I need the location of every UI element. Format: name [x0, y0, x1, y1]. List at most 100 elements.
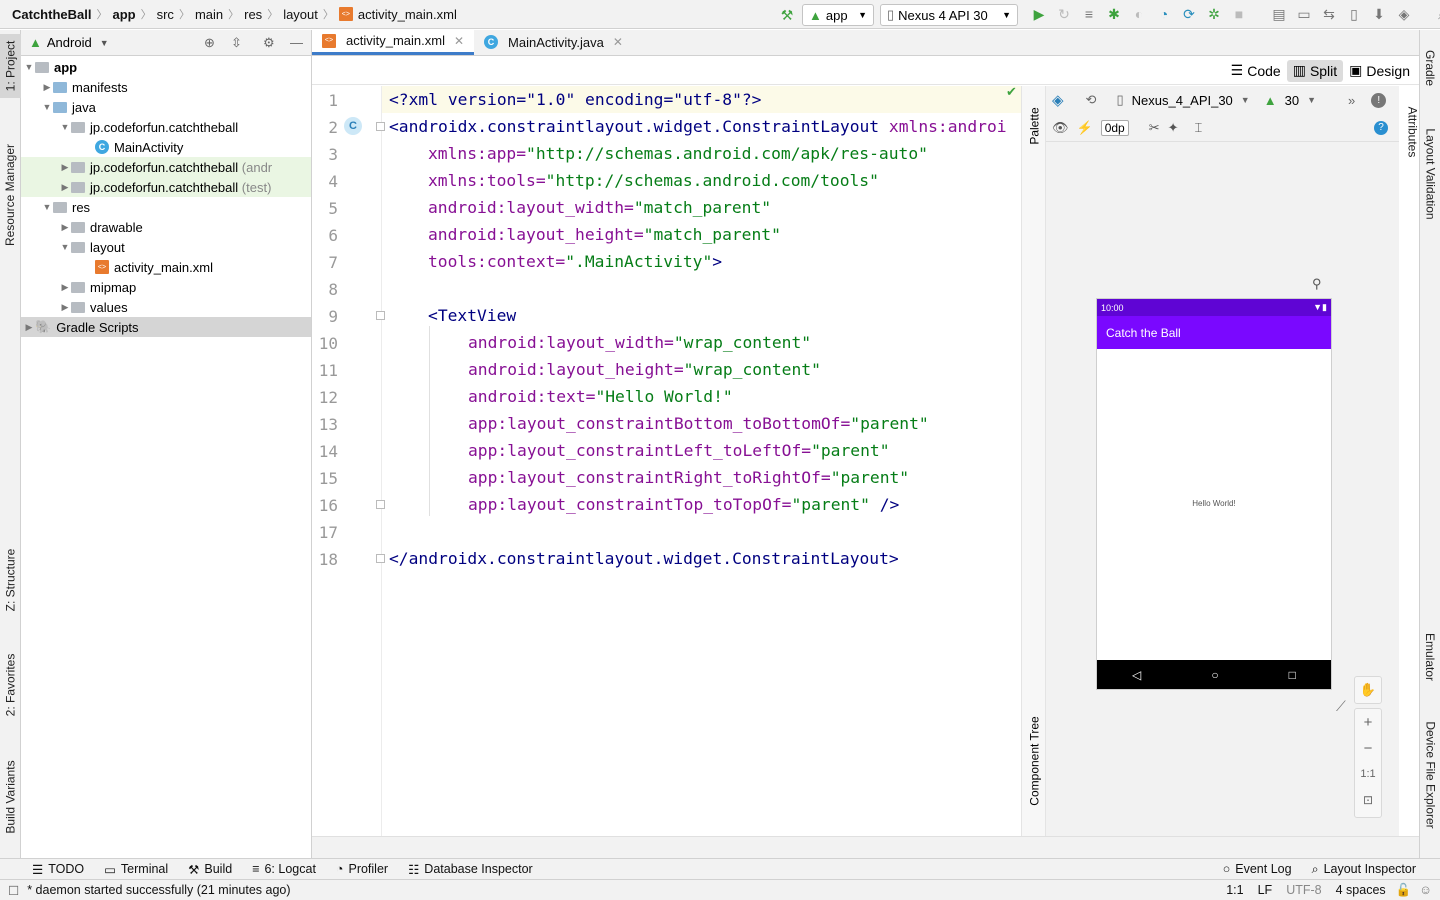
- tab-device-file-explorer[interactable]: Device File Explorer: [1420, 710, 1440, 840]
- infer-constraints-icon[interactable]: ✦: [1168, 120, 1179, 136]
- device-select[interactable]: ▯ Nexus 4 API 30 ▼: [880, 4, 1018, 26]
- tab-component-tree[interactable]: Component Tree: [1024, 706, 1045, 816]
- layers-icon[interactable]: ◈: [1052, 91, 1064, 109]
- attach-debugger-icon[interactable]: ◐: [1130, 5, 1148, 23]
- close-icon[interactable]: ✕: [454, 34, 464, 48]
- tree-item-gradle-scripts[interactable]: ▶ 🐘 Gradle Scripts: [21, 317, 311, 337]
- layout-inspector-button[interactable]: ⌕ Layout Inspector: [1302, 862, 1426, 877]
- clear-constraints-icon[interactable]: ✂: [1149, 120, 1160, 136]
- tree-item-package-test[interactable]: ▶ jp.codeforfun.catchtheball (test): [21, 177, 311, 197]
- breadcrumb-src[interactable]: src: [157, 7, 174, 22]
- run-icon[interactable]: ▶: [1030, 5, 1048, 23]
- terminal-button[interactable]: ▭ Terminal: [94, 862, 178, 877]
- breadcrumb-file[interactable]: activity_main.xml: [358, 7, 457, 22]
- tree-item-values[interactable]: ▶ values: [21, 297, 311, 317]
- breadcrumb-layout[interactable]: layout: [283, 7, 318, 22]
- orientation-icon[interactable]: ⟲: [1086, 92, 1097, 108]
- logcat-button[interactable]: ≡ 6: Logcat: [242, 862, 326, 876]
- rerun-icon[interactable]: ↻: [1055, 5, 1073, 23]
- magnet-icon[interactable]: ⚡: [1077, 120, 1093, 136]
- tree-item-mipmap[interactable]: ▶ mipmap: [21, 277, 311, 297]
- eye-icon[interactable]: 👁: [1052, 120, 1069, 136]
- close-icon[interactable]: ✕: [613, 35, 623, 49]
- apply-changes-icon[interactable]: ≡: [1080, 5, 1098, 23]
- line-separator[interactable]: LF: [1258, 883, 1273, 897]
- tree-item-res[interactable]: ▼ res: [21, 197, 311, 217]
- phone-preview[interactable]: 10:00 ▼▮ Catch the Ball Hello World! ◁ ○ □: [1096, 298, 1332, 690]
- caret-position[interactable]: 1:1: [1226, 883, 1243, 897]
- tree-item-mainactivity[interactable]: C MainActivity: [21, 137, 311, 157]
- tab-layout-validation[interactable]: Layout Validation: [1420, 114, 1440, 234]
- build-button[interactable]: ⚒ Build: [178, 862, 242, 877]
- warning-icon[interactable]: !: [1371, 92, 1387, 108]
- status-message[interactable]: * daemon started successfully (21 minute…: [27, 883, 290, 897]
- hammer-icon[interactable]: ⚒: [778, 6, 796, 24]
- tab-gradle[interactable]: Gradle: [1420, 38, 1440, 98]
- tab-resource-manager[interactable]: Resource Manager: [0, 130, 21, 260]
- gradle-sync-icon[interactable]: ⇆: [1320, 5, 1338, 23]
- project-view-select[interactable]: Android: [47, 35, 92, 50]
- gear-icon[interactable]: ⚙: [263, 35, 275, 51]
- tab-activity-main[interactable]: <> activity_main.xml ✕: [312, 29, 475, 55]
- tree-item-drawable[interactable]: ▶ drawable: [21, 217, 311, 237]
- design-mode-button[interactable]: ▣ Design: [1343, 60, 1416, 82]
- tab-structure[interactable]: Z: Structure: [0, 535, 21, 625]
- horizontal-scrollbar[interactable]: [312, 836, 1419, 858]
- tab-favorites[interactable]: 2: Favorites: [0, 645, 21, 725]
- sdk-manager-icon[interactable]: ⬇: [1370, 5, 1388, 23]
- tab-mainactivity-java[interactable]: C MainActivity.java ✕: [474, 29, 633, 55]
- locate-icon[interactable]: ⊕: [204, 35, 215, 51]
- tree-item-app[interactable]: ▼ app: [21, 57, 311, 77]
- project-structure-icon[interactable]: ▤: [1270, 5, 1288, 23]
- hello-textview[interactable]: Hello World!: [1097, 499, 1331, 508]
- tab-attributes[interactable]: Attributes: [1402, 92, 1423, 172]
- zoom-in-button[interactable]: +: [1355, 709, 1381, 735]
- tab-build-variants[interactable]: Build Variants: [0, 752, 21, 842]
- zoom-actual-button[interactable]: 1:1: [1355, 761, 1381, 787]
- tree-item-activity-main[interactable]: <> activity_main.xml: [21, 257, 311, 277]
- tree-item-java[interactable]: ▼ java: [21, 97, 311, 117]
- todo-button[interactable]: ☰ TODO: [22, 862, 94, 877]
- code-mode-button[interactable]: ☰ Code: [1225, 60, 1287, 82]
- tree-item-manifests[interactable]: ▶ manifests: [21, 77, 311, 97]
- breadcrumb-module[interactable]: app: [112, 7, 135, 22]
- indent-setting[interactable]: 4 spaces: [1336, 883, 1386, 897]
- pan-icon[interactable]: ✋: [1354, 676, 1382, 704]
- profile-icon[interactable]: ◔: [1155, 5, 1173, 23]
- fold-icon[interactable]: [376, 122, 385, 131]
- bug-icon[interactable]: ✲: [1205, 5, 1223, 23]
- stop-icon[interactable]: ■: [1230, 5, 1248, 23]
- tab-palette[interactable]: Palette: [1024, 96, 1045, 156]
- zoom-out-button[interactable]: −: [1355, 735, 1381, 761]
- fold-icon[interactable]: [376, 554, 385, 563]
- breadcrumb-main[interactable]: main: [195, 7, 223, 22]
- inspector-icon[interactable]: ☺: [1419, 883, 1432, 897]
- guidelines-icon[interactable]: ⌶: [1195, 120, 1203, 136]
- minimize-icon[interactable]: —: [290, 35, 303, 50]
- device-preview-select[interactable]: Nexus_4_API_30: [1132, 93, 1233, 108]
- plugin-icon[interactable]: ◈: [1395, 5, 1413, 23]
- profiler-button[interactable]: ◔ Profiler: [326, 862, 398, 876]
- module-select[interactable]: ▲ app ▼: [802, 4, 874, 26]
- avd-manager-icon[interactable]: ▭: [1295, 5, 1313, 23]
- breadcrumb-project[interactable]: CatchtheBall: [12, 7, 91, 22]
- event-log-button[interactable]: ○ Event Log: [1213, 862, 1302, 876]
- tab-emulator[interactable]: Emulator: [1420, 622, 1440, 692]
- margin-select[interactable]: 0dp: [1100, 119, 1129, 136]
- collapse-all-icon[interactable]: ⇳: [231, 35, 242, 51]
- device-manager-icon[interactable]: ▯: [1345, 5, 1363, 23]
- pin-icon[interactable]: ⚲: [1312, 276, 1322, 292]
- more-icon[interactable]: »: [1348, 93, 1355, 108]
- zoom-fit-icon[interactable]: ⊡: [1355, 787, 1381, 813]
- toggle-panels-icon[interactable]: ☐: [8, 883, 19, 898]
- check-icon[interactable]: ✔: [1006, 84, 1017, 100]
- class-gutter-icon[interactable]: C: [344, 117, 362, 135]
- debug-icon[interactable]: ✱: [1105, 5, 1123, 23]
- help-icon[interactable]: ?: [1374, 120, 1388, 135]
- database-inspector-button[interactable]: ☷ Database Inspector: [398, 862, 543, 877]
- tree-item-layout[interactable]: ▼ layout: [21, 237, 311, 257]
- split-mode-button[interactable]: ▥ Split: [1286, 59, 1344, 82]
- lock-icon[interactable]: 🔓: [1396, 883, 1412, 898]
- fold-icon[interactable]: [376, 311, 385, 320]
- api-level-select[interactable]: 30: [1285, 93, 1299, 108]
